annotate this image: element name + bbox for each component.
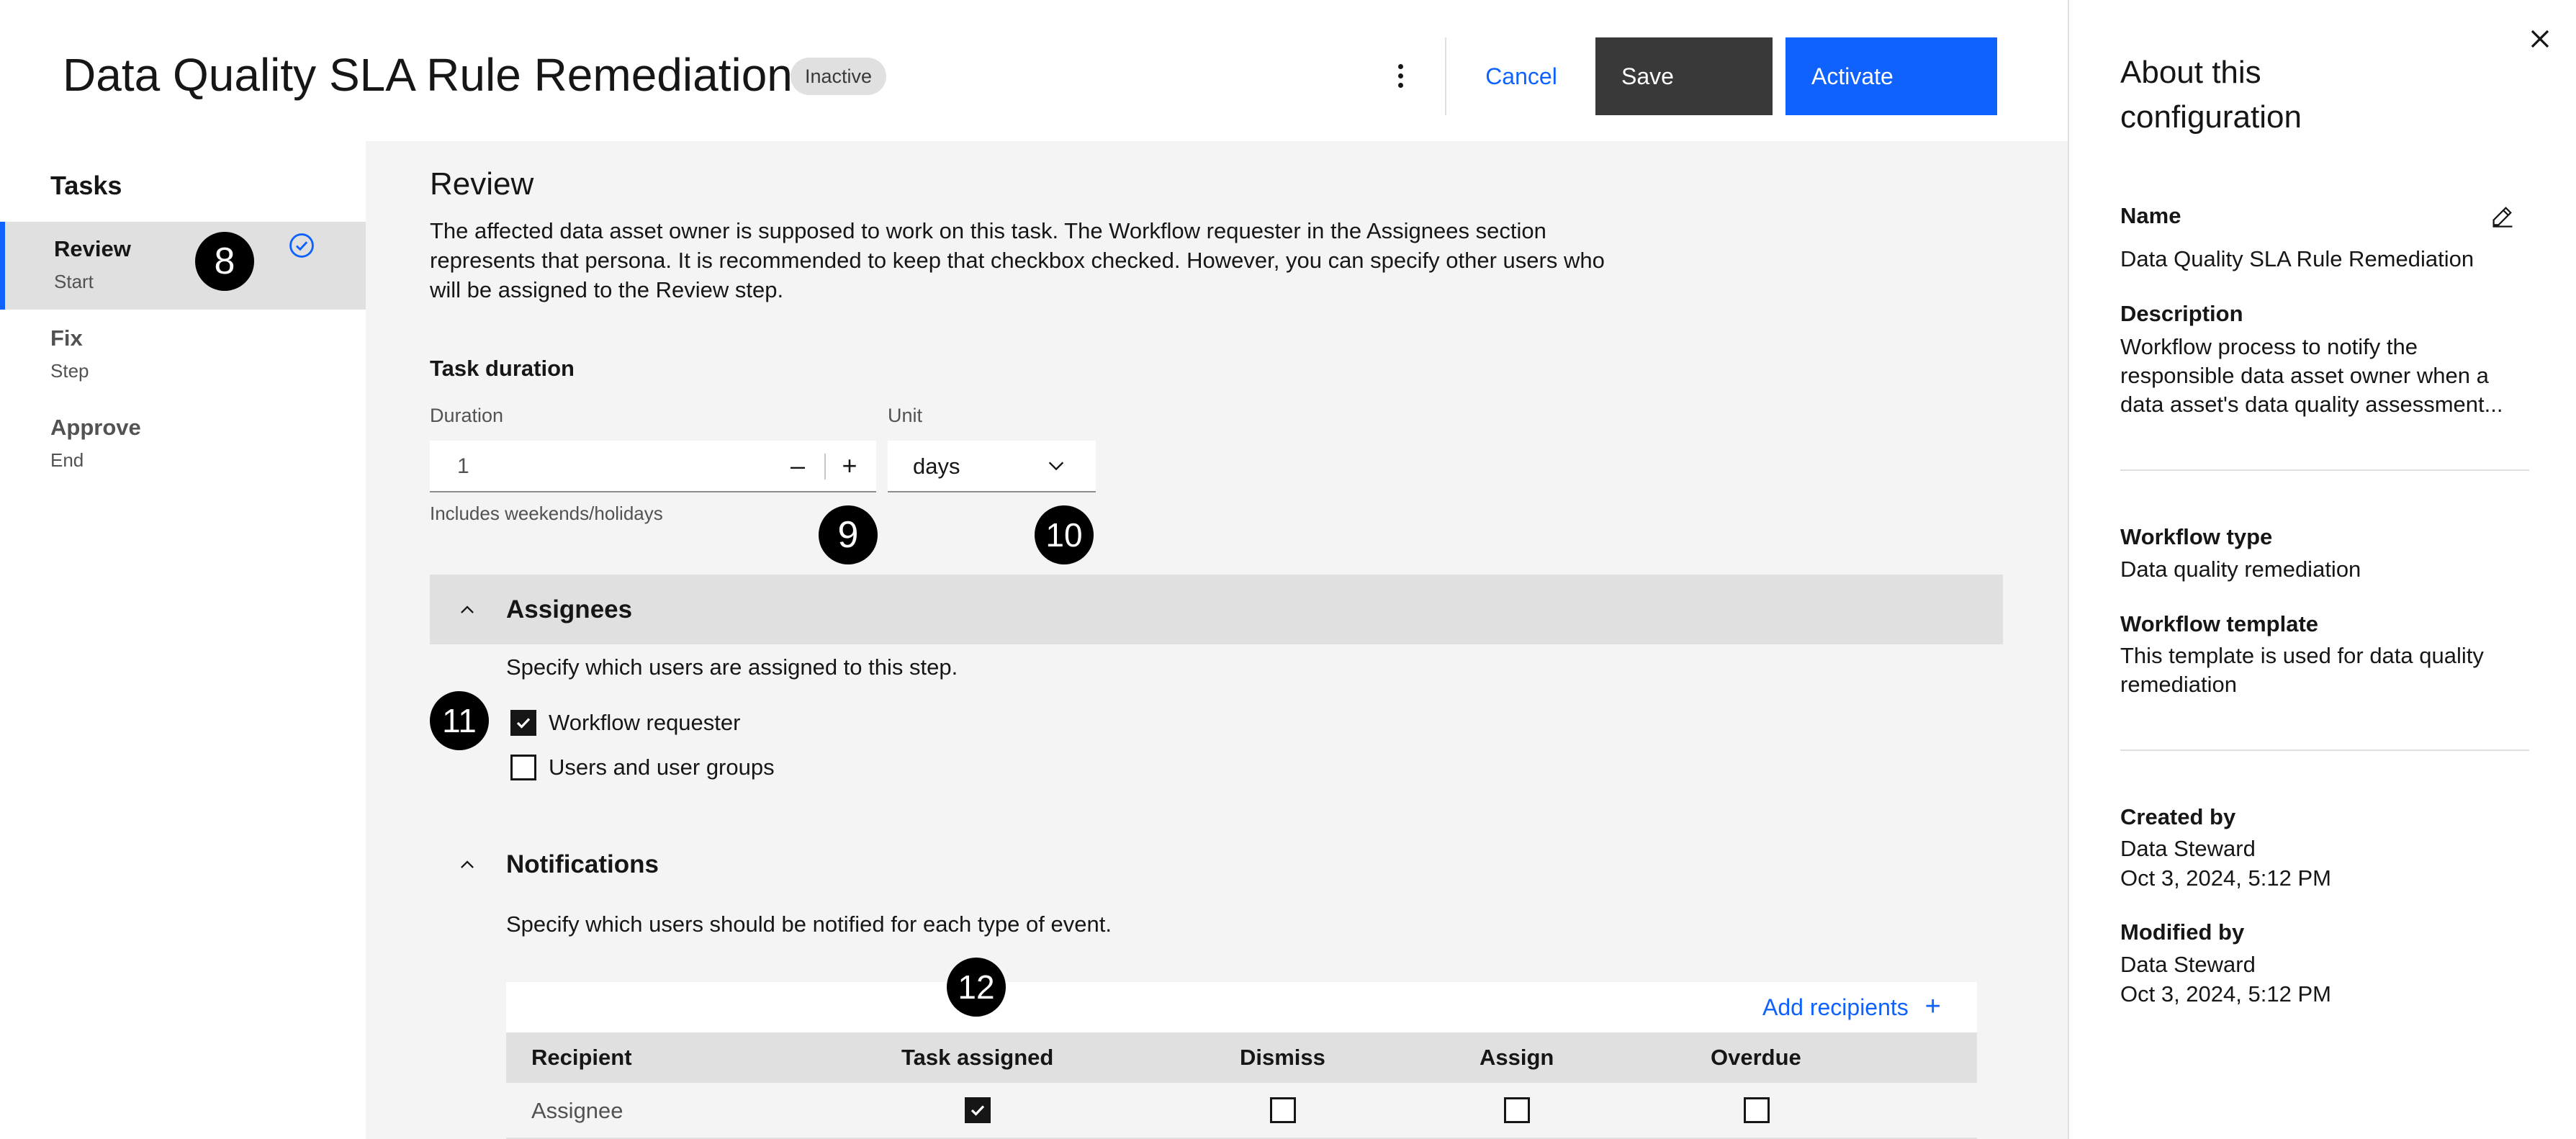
created-at-value: Oct 3, 2024, 5:12 PM — [2120, 865, 2331, 891]
workflow-template-value: This template is used for data quality r… — [2120, 643, 2484, 697]
column-header-task-assigned: Task assigned — [901, 1045, 1054, 1070]
task-name: Fix — [50, 325, 83, 351]
notifications-title: Notifications — [506, 850, 659, 878]
edit-icon[interactable] — [2490, 203, 2516, 229]
modified-by-value: Data Steward — [2120, 952, 2256, 977]
task-heading: Review — [430, 166, 534, 202]
decrement-button[interactable]: – — [778, 441, 818, 491]
name-label: Name — [2120, 203, 2181, 228]
users-and-groups-checkbox[interactable] — [510, 755, 536, 780]
recipient-cell: Assignee — [531, 1098, 623, 1123]
checkmark-outline-icon — [289, 233, 314, 258]
task-assigned-checkbox[interactable] — [965, 1097, 991, 1123]
name-value: Data Quality SLA Rule Remediation — [2120, 246, 2474, 271]
header-divider — [1445, 37, 1446, 115]
assign-checkbox[interactable] — [1504, 1097, 1530, 1123]
callout-marker-8: 8 — [195, 232, 254, 291]
activate-button[interactable]: Activate — [1785, 37, 1997, 115]
add-icon: + — [1924, 991, 1941, 1022]
created-by-label: Created by — [2120, 804, 2236, 829]
increment-button[interactable]: + — [829, 441, 870, 491]
workflow-template-label: Workflow template — [2120, 611, 2319, 636]
close-icon[interactable] — [2524, 23, 2556, 55]
modified-at-value: Oct 3, 2024, 5:12 PM — [2120, 981, 2331, 1007]
unit-selected-value[interactable]: days — [913, 441, 960, 492]
section-divider — [2120, 469, 2529, 471]
workflow-requester-label: Workflow requester — [549, 710, 741, 735]
stepper-divider — [824, 454, 826, 480]
column-header-dismiss: Dismiss — [1240, 1045, 1325, 1070]
assignees-description: Specify which users are assigned to this… — [506, 654, 958, 680]
add-recipients-button[interactable]: Add recipients + — [1762, 991, 1941, 1023]
task-name: Approve — [50, 415, 141, 440]
section-divider — [2120, 749, 2529, 751]
workflow-type-label: Workflow type — [2120, 524, 2273, 549]
task-description: The affected data asset owner is suppose… — [430, 218, 1605, 302]
page-title: Data Quality SLA Rule Remediation — [63, 49, 793, 101]
column-header-assign: Assign — [1480, 1045, 1554, 1070]
notifications-description: Specify which users should be notified f… — [506, 911, 1112, 937]
modified-by-label: Modified by — [2120, 919, 2245, 945]
status-badge: Inactive — [791, 58, 887, 95]
callout-marker-9: 9 — [819, 505, 878, 564]
task-item-approve[interactable]: Approve End — [0, 400, 366, 488]
overdue-checkbox[interactable] — [1744, 1097, 1770, 1123]
task-kind: Start — [54, 271, 94, 292]
workflow-type-value: Data quality remediation — [2120, 557, 2361, 582]
workflow-requester-checkbox[interactable] — [510, 710, 536, 736]
tasks-title: Tasks — [50, 171, 122, 200]
task-kind: End — [50, 449, 84, 471]
add-recipients-label: Add recipients — [1762, 994, 1909, 1020]
chevron-up-icon[interactable] — [458, 600, 477, 619]
cancel-button[interactable]: Cancel — [1462, 37, 1581, 115]
assignees-accordion-header[interactable] — [430, 575, 2003, 644]
task-duration-heading: Task duration — [430, 356, 575, 381]
task-item-fix[interactable]: Fix Step — [0, 311, 366, 399]
checkmark-icon — [970, 1105, 985, 1116]
overflow-menu-icon[interactable] — [1382, 55, 1418, 96]
duration-value[interactable]: 1 — [457, 441, 469, 492]
description-label: Description — [2120, 301, 2243, 326]
save-button[interactable]: Save — [1595, 37, 1773, 115]
callout-marker-12: 12 — [947, 958, 1006, 1017]
column-header-overdue: Overdue — [1711, 1045, 1801, 1070]
unit-label: Unit — [888, 405, 923, 426]
duration-helper-text: Includes weekends/holidays — [430, 503, 663, 524]
column-header-recipient: Recipient — [531, 1045, 632, 1070]
users-and-groups-label: Users and user groups — [549, 755, 775, 780]
task-name: Review — [54, 236, 131, 261]
task-kind: Step — [50, 360, 89, 382]
dismiss-checkbox[interactable] — [1270, 1097, 1296, 1123]
description-value: Workflow process to notify the responsib… — [2120, 334, 2503, 417]
chevron-down-icon[interactable] — [1045, 455, 1067, 477]
assignees-title: Assignees — [506, 595, 633, 623]
created-by-value: Data Steward — [2120, 836, 2256, 861]
callout-marker-10: 10 — [1035, 505, 1094, 564]
checkmark-icon — [516, 718, 531, 729]
duration-label: Duration — [430, 405, 504, 426]
chevron-up-icon[interactable] — [458, 855, 477, 874]
about-title: About this configuration — [2120, 55, 2302, 135]
callout-marker-11: 11 — [430, 691, 489, 750]
